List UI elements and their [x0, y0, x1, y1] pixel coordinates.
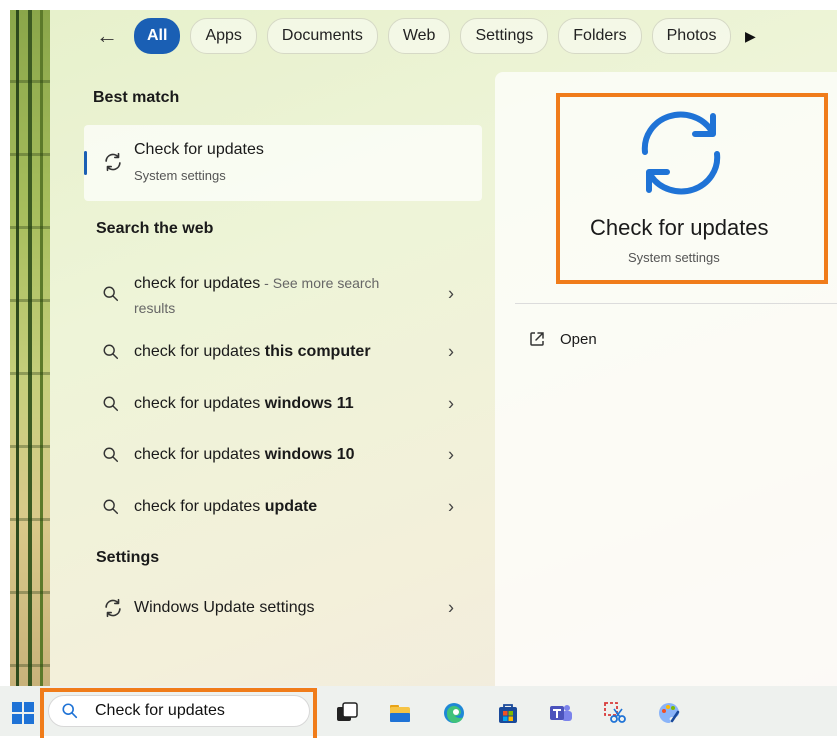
more-filters-play-icon[interactable]: ▶	[741, 20, 759, 52]
teams-icon[interactable]	[549, 701, 573, 725]
search-icon	[103, 286, 119, 302]
web-result-text: check for updates - See more search resu…	[134, 275, 380, 316]
web-result-row[interactable]: check for updates windows 10 ›	[84, 432, 482, 478]
update-refresh-icon	[641, 111, 721, 195]
best-match-header: Best match	[93, 89, 180, 106]
chevron-right-icon: ›	[448, 393, 454, 414]
snipping-tool-icon[interactable]	[603, 701, 627, 725]
open-action[interactable]: Open	[528, 330, 597, 348]
filter-chip-documents[interactable]: Documents	[266, 18, 378, 54]
search-web-header: Search the web	[96, 220, 214, 237]
preview-title: Check for updates	[590, 215, 769, 240]
web-result-text: check for updates this computer	[134, 343, 371, 360]
web-result-text: check for updates windows 11	[134, 395, 354, 412]
windows-start-icon[interactable]	[12, 702, 34, 724]
settings-header: Settings	[96, 549, 160, 566]
refresh-icon	[105, 598, 121, 618]
best-match-title: Check for updates	[134, 141, 264, 158]
refresh-icon	[105, 152, 121, 172]
filter-chip-settings[interactable]: Settings	[460, 18, 549, 54]
file-explorer-icon[interactable]	[388, 701, 412, 725]
task-view-icon[interactable]	[335, 701, 359, 725]
filter-chip-all[interactable]: All	[134, 18, 181, 54]
back-arrow-icon[interactable]: ←	[90, 20, 124, 52]
filter-chip-photos[interactable]: Photos	[651, 18, 732, 54]
web-result-text: check for updates windows 10	[134, 446, 355, 463]
best-match-subtitle: System settings	[134, 168, 226, 183]
search-icon	[103, 396, 119, 412]
filter-chip-folders[interactable]: Folders	[558, 18, 642, 54]
web-result-row[interactable]: check for updates this computer ›	[84, 329, 482, 375]
paint-icon[interactable]	[657, 701, 681, 725]
chevron-right-icon: ›	[448, 283, 454, 304]
chevron-right-icon: ›	[448, 597, 454, 618]
search-icon	[103, 447, 119, 463]
settings-result-label: Windows Update settings	[134, 599, 315, 616]
preview-subtitle: System settings	[628, 250, 720, 265]
selection-indicator	[84, 151, 87, 175]
preview-divider	[515, 303, 837, 304]
web-result-row[interactable]: check for updates update ›	[84, 484, 482, 530]
filter-chip-apps[interactable]: Apps	[190, 18, 257, 54]
taskbar-search-highlight-box	[40, 688, 317, 738]
settings-result-row[interactable]: Windows Update settings ›	[84, 585, 482, 631]
search-icon	[103, 344, 119, 360]
best-match-item[interactable]: Check for updates System settings	[84, 125, 482, 201]
chevron-right-icon: ›	[448, 341, 454, 362]
web-result-text: check for updates update	[134, 498, 318, 515]
filter-chip-web[interactable]: Web	[387, 18, 451, 54]
web-result-row[interactable]: check for updates windows 11 ›	[84, 381, 482, 427]
edge-browser-icon[interactable]	[442, 701, 466, 725]
desktop-wallpaper	[10, 10, 50, 686]
open-external-icon	[530, 332, 544, 346]
search-icon	[103, 499, 119, 515]
microsoft-store-icon[interactable]	[496, 701, 520, 725]
screenshot-frame: ← All Apps Documents Web Settings Folder…	[0, 0, 837, 738]
filter-bar: ← All Apps Documents Web Settings Folder…	[90, 18, 759, 54]
web-result-row[interactable]: check for updates - See more search resu…	[84, 263, 482, 325]
chevron-right-icon: ›	[448, 496, 454, 517]
open-label: Open	[560, 330, 597, 348]
chevron-right-icon: ›	[448, 444, 454, 465]
